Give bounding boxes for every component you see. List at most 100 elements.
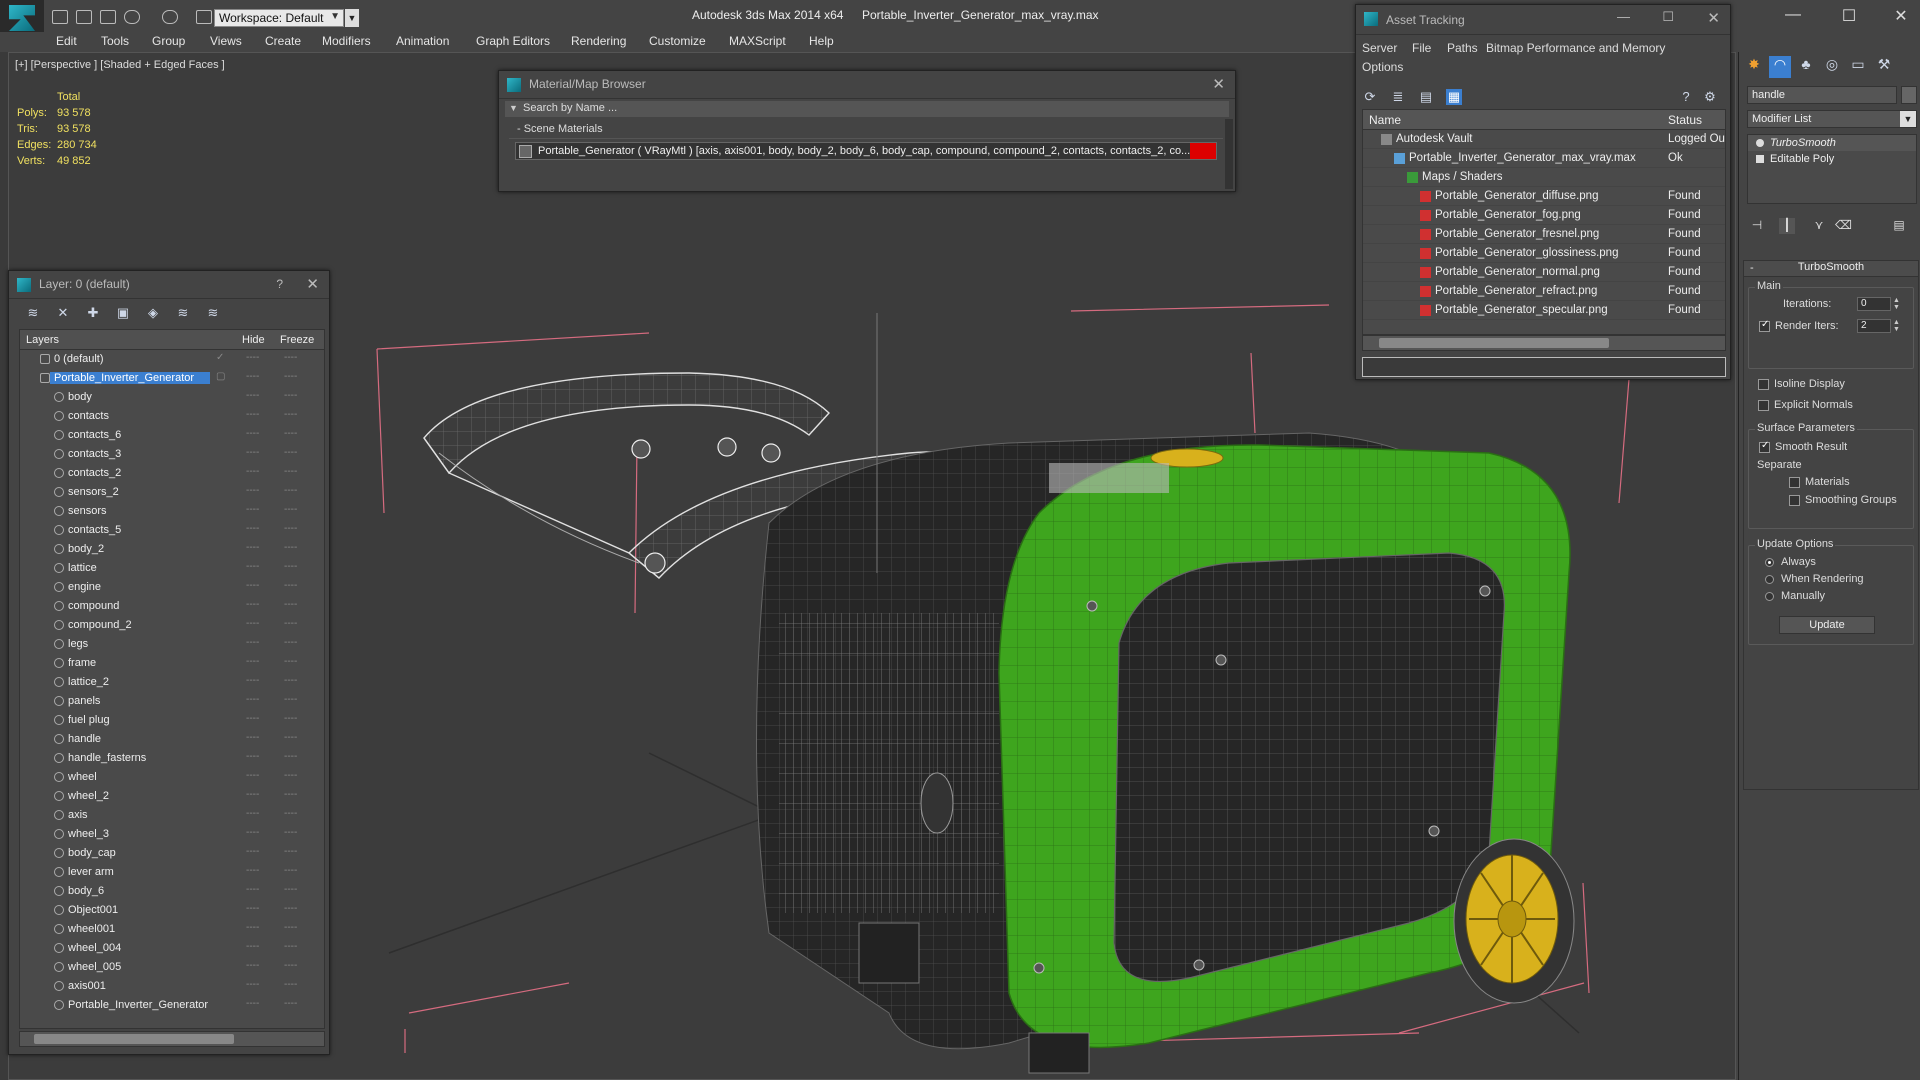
layer-object-row[interactable]: lattice ---- ---- xyxy=(20,559,324,578)
freeze-toggle[interactable]: ---- xyxy=(284,542,297,553)
menu-maxscript[interactable]: MAXScript xyxy=(729,34,786,48)
menu-create[interactable]: Create xyxy=(265,34,301,48)
hide-toggle[interactable]: ---- xyxy=(246,466,259,477)
asset-table[interactable]: Name Status Autodesk Vault Logged Ou Porta… xyxy=(1362,109,1726,335)
hide-toggle[interactable]: ---- xyxy=(246,903,259,914)
hide-toggle[interactable]: ---- xyxy=(246,789,259,800)
spinner-arrows-icon[interactable]: ▲ ▼ xyxy=(1893,319,1901,333)
maximize-icon[interactable]: ☐ xyxy=(1662,9,1674,25)
freeze-toggle[interactable]: ---- xyxy=(284,466,297,477)
freeze-toggle[interactable]: ---- xyxy=(284,732,297,743)
modifier-stack[interactable]: TurboSmooth Editable Poly xyxy=(1747,134,1917,204)
layer-object-row[interactable]: wheel_3 ---- ---- xyxy=(20,825,324,844)
quick-access-chevron-icon[interactable]: ▼ xyxy=(345,9,359,27)
menu-animation[interactable]: Animation xyxy=(396,34,449,48)
hide-toggle[interactable]: ---- xyxy=(246,637,259,648)
hide-toggle[interactable]: ---- xyxy=(246,808,259,819)
workspace-dropdown[interactable]: Workspace: Default ▼ xyxy=(214,9,344,27)
motion-tab-icon[interactable]: ◎ xyxy=(1821,56,1843,78)
stack-item-editable-poly[interactable]: Editable Poly xyxy=(1748,151,1916,167)
object-name-input[interactable]: handle xyxy=(1747,86,1897,104)
layer-object-row[interactable]: contacts_2 ---- ---- xyxy=(20,464,324,483)
hide-toggle[interactable]: ---- xyxy=(246,523,259,534)
asset-row[interactable]: Portable_Generator_diffuse.png Found xyxy=(1363,187,1725,206)
freeze-toggle[interactable]: ---- xyxy=(284,713,297,724)
freeze-all-icon[interactable]: ≋ xyxy=(205,305,221,321)
expand-plus-icon[interactable] xyxy=(1756,155,1764,163)
display-tab-icon[interactable]: ▭ xyxy=(1847,56,1869,78)
asset-row[interactable]: Portable_Generator_normal.png Found xyxy=(1363,263,1725,282)
menu-graph-editors[interactable]: Graph Editors xyxy=(476,34,550,48)
material-search-input[interactable]: ▼ Search by Name ... xyxy=(505,101,1229,117)
hide-toggle[interactable]: ---- xyxy=(246,485,259,496)
layer-object-row[interactable]: contacts ---- ---- xyxy=(20,407,324,426)
layer-list[interactable]: Layers Hide Freeze 0 (default) ✓ ---- --… xyxy=(19,329,325,1029)
layer-object-row[interactable]: contacts_3 ---- ---- xyxy=(20,445,324,464)
viewport-label[interactable]: [+] [Perspective ] [Shaded + Edged Faces… xyxy=(15,59,225,71)
menu-options[interactable]: Options xyxy=(1362,60,1403,74)
layer-object-row[interactable]: body ---- ---- xyxy=(20,388,324,407)
hide-toggle[interactable]: ---- xyxy=(246,371,259,382)
minimize-icon[interactable]: — xyxy=(1617,9,1630,24)
hide-toggle[interactable]: ---- xyxy=(246,447,259,458)
hide-toggle[interactable]: ---- xyxy=(246,390,259,401)
show-end-result-icon[interactable]: ┃ xyxy=(1779,218,1795,234)
freeze-toggle[interactable]: ---- xyxy=(284,637,297,648)
render-iters-checkbox[interactable] xyxy=(1759,319,1770,332)
freeze-toggle[interactable]: ---- xyxy=(284,751,297,762)
hide-column-header[interactable]: Hide xyxy=(242,334,265,346)
freeze-toggle[interactable]: ---- xyxy=(284,979,297,990)
layer-object-row[interactable]: body_6 ---- ---- xyxy=(20,882,324,901)
freeze-toggle[interactable]: ---- xyxy=(284,656,297,667)
freeze-toggle[interactable]: ---- xyxy=(284,390,297,401)
scrollbar-thumb[interactable] xyxy=(34,1034,234,1044)
grid-view-icon[interactable]: ▦ xyxy=(1446,89,1462,105)
freeze-toggle[interactable]: ---- xyxy=(284,770,297,781)
asset-row[interactable]: Portable_Generator_fresnel.png Found xyxy=(1363,225,1725,244)
hide-toggle[interactable]: ---- xyxy=(246,713,259,724)
materials-checkbox[interactable] xyxy=(1789,477,1800,488)
name-column-header[interactable]: Name xyxy=(1369,113,1401,127)
collapse-minus-icon[interactable]: - xyxy=(1750,262,1754,274)
remove-modifier-icon[interactable]: ⌫ xyxy=(1835,218,1852,234)
close-icon[interactable]: ✕ xyxy=(1886,6,1916,26)
layer-object-row[interactable]: axis001 ---- ---- xyxy=(20,977,324,996)
menu-group[interactable]: Group xyxy=(152,34,185,48)
hide-toggle[interactable]: ---- xyxy=(246,865,259,876)
hide-toggle[interactable]: ---- xyxy=(246,599,259,610)
help-icon[interactable]: ? xyxy=(276,277,283,291)
asset-row[interactable]: Portable_Generator_refract.png Found xyxy=(1363,282,1725,301)
set-active-layer-icon[interactable]: ▢ xyxy=(216,371,225,382)
layer-object-row[interactable]: wheel_2 ---- ---- xyxy=(20,787,324,806)
layer-object-row[interactable]: contacts_6 ---- ---- xyxy=(20,426,324,445)
hide-all-icon[interactable]: ≋ xyxy=(175,305,191,321)
hide-toggle[interactable]: ---- xyxy=(246,580,259,591)
freeze-toggle[interactable]: ---- xyxy=(284,903,297,914)
layer-object-row[interactable]: panels ---- ---- xyxy=(20,692,324,711)
close-icon[interactable]: ✕ xyxy=(1707,9,1720,27)
menu-server[interactable]: Server xyxy=(1362,41,1397,55)
minimize-icon[interactable]: — xyxy=(1778,6,1808,24)
layer-object-row[interactable]: Object001 ---- ---- xyxy=(20,901,324,920)
asset-row[interactable]: Portable_Generator_fog.png Found xyxy=(1363,206,1725,225)
hide-toggle[interactable]: ---- xyxy=(246,694,259,705)
freeze-toggle[interactable]: ---- xyxy=(284,618,297,629)
hide-toggle[interactable]: ---- xyxy=(246,827,259,838)
make-unique-icon[interactable]: ⋎ xyxy=(1811,218,1827,234)
asset-row[interactable]: Portable_Inverter_Generator_max_vray.max… xyxy=(1363,149,1725,168)
freeze-toggle[interactable]: ---- xyxy=(284,428,297,439)
hide-toggle[interactable]: ---- xyxy=(246,922,259,933)
always-radio[interactable] xyxy=(1765,558,1774,567)
hide-toggle[interactable]: ---- xyxy=(246,960,259,971)
isoline-display-checkbox[interactable] xyxy=(1758,379,1769,390)
options-triangle-icon[interactable]: ▼ xyxy=(509,103,518,113)
material-entry[interactable]: Portable_Generator ( VRayMtl ) [axis, ax… xyxy=(515,142,1217,160)
freeze-toggle[interactable]: ---- xyxy=(284,371,297,382)
highlight-layer-icon[interactable]: ◈ xyxy=(145,305,161,321)
create-tab-icon[interactable]: ✸ xyxy=(1743,56,1765,78)
layer-object-row[interactable]: lever arm ---- ---- xyxy=(20,863,324,882)
freeze-toggle[interactable]: ---- xyxy=(284,922,297,933)
hide-toggle[interactable]: ---- xyxy=(246,656,259,667)
hide-toggle[interactable]: ---- xyxy=(246,504,259,515)
asset-row[interactable]: Portable_Generator_specular.png Found xyxy=(1363,301,1725,320)
